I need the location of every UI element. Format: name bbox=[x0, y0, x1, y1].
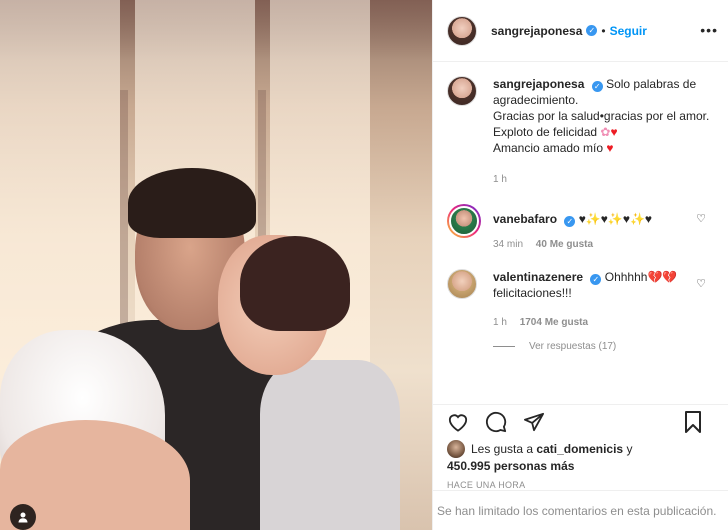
woman-hair bbox=[240, 236, 350, 331]
bookmark-icon[interactable] bbox=[684, 411, 702, 433]
avatar[interactable] bbox=[449, 206, 479, 236]
likes-summary: Les gusta a cati_domenicis y 450.995 per… bbox=[433, 440, 728, 474]
replies-line bbox=[493, 346, 515, 347]
post-side-panel: sangrejaponesa ✓ • Seguir ••• sangrejapo… bbox=[432, 0, 728, 530]
view-replies-button[interactable]: Ver respuestas (17) bbox=[493, 341, 714, 352]
likes-prefix: Les gusta a bbox=[471, 442, 534, 456]
separator-dot: • bbox=[601, 23, 606, 38]
action-bar bbox=[433, 404, 728, 438]
comment-time[interactable]: 34 min bbox=[493, 239, 523, 250]
likes-count[interactable]: 450.995 personas más bbox=[447, 459, 574, 473]
post-username[interactable]: sangrejaponesa bbox=[491, 24, 582, 38]
likes-suffix: y bbox=[626, 442, 633, 456]
post-header: sangrejaponesa ✓ • Seguir ••• bbox=[433, 0, 728, 62]
caption-username[interactable]: sangrejaponesa bbox=[493, 77, 584, 91]
list-item: valentinazenere ✓ Ohhhhh💔💔 felicitacione… bbox=[447, 269, 714, 331]
user-tag-icon[interactable] bbox=[10, 504, 36, 530]
more-icon[interactable]: ••• bbox=[700, 22, 718, 38]
flower-icon: ✿ bbox=[600, 125, 611, 139]
comment-username[interactable]: valentinazenere bbox=[493, 270, 583, 284]
like-comment-icon[interactable]: ♡ bbox=[696, 277, 706, 290]
comment-time[interactable]: 1 h bbox=[493, 317, 507, 328]
caption: sangrejaponesa ✓ Solo palabras de agrade… bbox=[447, 76, 714, 188]
caption-line: Exploto de felicidad bbox=[493, 125, 598, 139]
comment-icon[interactable] bbox=[485, 411, 507, 433]
comment-username[interactable]: vanebafaro bbox=[493, 212, 557, 226]
avatar[interactable] bbox=[447, 269, 477, 299]
caption-line: Gracias por la salud•gracias por el amor… bbox=[493, 109, 710, 123]
comment-text: ♥✨♥✨♥✨♥ bbox=[578, 212, 653, 226]
post-photo[interactable] bbox=[0, 0, 432, 530]
comments-limited-notice: Se han limitado los comentarios en esta … bbox=[433, 490, 728, 530]
share-icon[interactable] bbox=[523, 412, 545, 432]
like-comment-icon[interactable]: ♡ bbox=[696, 212, 706, 225]
comment-likes[interactable]: 40 Me gusta bbox=[536, 239, 593, 250]
man-hair bbox=[128, 168, 256, 238]
follow-button[interactable]: Seguir bbox=[610, 24, 647, 38]
verified-icon: ✓ bbox=[564, 216, 576, 227]
likes-user[interactable]: cati_domenicis bbox=[536, 441, 623, 457]
caption-line: Amancio amado mío bbox=[493, 141, 604, 155]
avatar[interactable] bbox=[447, 76, 477, 106]
comments-list: sangrejaponesa ✓ Solo palabras de agrade… bbox=[433, 62, 728, 404]
post-timestamp[interactable]: HACE UNA HORA bbox=[433, 480, 728, 490]
heart-emoji-icon: ♥ bbox=[610, 125, 618, 139]
story-ring[interactable] bbox=[447, 204, 481, 238]
caption-time[interactable]: 1 h bbox=[493, 174, 507, 185]
view-replies-label: Ver respuestas (17) bbox=[529, 341, 617, 352]
verified-icon: ✓ bbox=[586, 25, 598, 36]
verified-icon: ✓ bbox=[590, 274, 602, 285]
verified-icon: ✓ bbox=[591, 81, 603, 92]
heart-icon[interactable] bbox=[447, 412, 469, 432]
list-item: vanebafaro ✓ ♥✨♥✨♥✨♥ 34 min 40 Me gusta … bbox=[447, 204, 714, 253]
heart-emoji-icon: ♥ bbox=[606, 141, 614, 155]
woman-blouse bbox=[260, 360, 400, 530]
avatar[interactable] bbox=[447, 440, 465, 458]
comment-likes[interactable]: 1704 Me gusta bbox=[520, 317, 588, 328]
avatar[interactable] bbox=[447, 15, 477, 46]
